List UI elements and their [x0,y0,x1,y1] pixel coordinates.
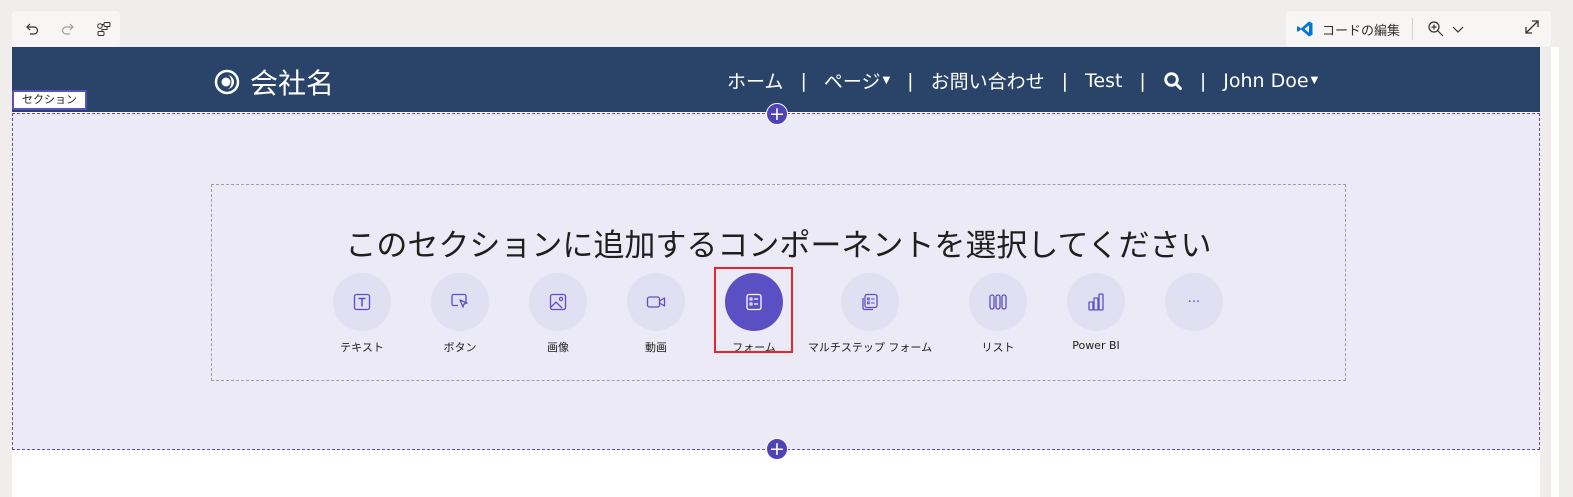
plus-icon: + [769,437,785,460]
component-circle [627,273,685,331]
image-icon [549,293,567,311]
component-circle: ··· [1165,273,1223,331]
zoom-dropdown[interactable] [1413,20,1465,38]
editor-toolbar-left [12,11,120,47]
component-multistep-form[interactable]: マルチステップ フォーム [802,273,938,355]
code-edit-label: コードの編集 [1322,23,1401,39]
component-image[interactable]: 画像 [508,273,608,355]
component-list[interactable]: リスト [948,273,1048,355]
nav-separator: | [1139,69,1146,92]
nav-separator: | [1199,69,1207,92]
video-icon [646,296,666,308]
caret-down-icon: ▼ [882,75,891,86]
undo-button[interactable] [20,17,44,41]
component-label: 動画 [645,341,667,354]
text-icon [353,293,371,311]
brand-name: 会社名 [250,67,335,100]
vscode-icon [1297,21,1313,37]
nav-item-label: John Doe [1223,69,1309,92]
powerbi-icon [1088,293,1104,311]
editor-toolbar-right: コードの編集 [1286,11,1551,47]
section-tag[interactable]: セクション [12,90,87,110]
component-button[interactable]: ボタン [410,273,510,355]
component-circle [529,273,587,331]
component-label: Power BI [1072,339,1120,352]
more-icon: ··· [1187,294,1201,310]
brand[interactable]: 会社名 [214,62,334,102]
sitemap-icon [97,22,111,36]
redo-button[interactable] [56,17,80,41]
main-nav: ホーム | ページ ▼ | お問い合わせ | Test | | John Doe ▼ [727,67,1318,94]
nav-item-test[interactable]: Test [1085,70,1122,92]
component-circle [1067,273,1125,331]
picker-title: このセクションに追加するコンポーネントを選択してください [345,228,1212,264]
nav-item-label: ホーム [727,71,784,93]
search-icon [1164,71,1182,90]
list-icon [989,294,1007,310]
component-circle [333,273,391,331]
caret-down-icon: ▼ [1310,75,1319,86]
undo-icon [26,23,39,35]
nav-separator: | [1061,69,1068,92]
component-circle [969,273,1027,331]
component-circle [431,273,489,331]
page-canvas: 会社名 ホーム | ページ ▼ | お問い合わせ | Test | | John … [12,47,1540,497]
brand-logo-icon [214,69,240,95]
component-power-bi[interactable]: Power BI [1046,273,1146,352]
nav-item-label: ページ [823,71,881,93]
nav-item-home[interactable]: ホーム [727,67,783,94]
component-circle [841,273,899,331]
redo-icon [61,23,74,35]
component-label: ボタン [443,341,477,354]
component-label: マルチステップ フォーム [807,341,933,354]
nav-search[interactable] [1163,71,1183,91]
component-picker: このセクションに追加するコンポーネントを選択してください テキスト ボタン 画像 [211,184,1346,381]
nav-item-user[interactable]: John Doe ▼ [1223,70,1318,92]
component-label: リスト [981,341,1015,354]
nav-item-contact[interactable]: お問い合わせ [931,67,1045,94]
component-label: 画像 [547,341,569,354]
zoom-icon [1428,21,1444,37]
sitemap-button[interactable] [92,17,116,41]
add-section-below-button[interactable]: + [766,438,788,460]
expand-button[interactable] [1523,18,1541,40]
nav-separator: | [907,69,914,92]
chevron-down-icon [1452,26,1464,33]
expand-icon [1525,20,1539,34]
scrollbar-thumb[interactable] [1551,47,1559,497]
section-container[interactable]: このセクションに追加するコンポーネントを選択してください テキスト ボタン 画像 [12,113,1540,450]
multistep-form-icon [862,293,878,311]
component-video[interactable]: 動画 [606,273,706,355]
nav-item-pages[interactable]: ページ ▼ [824,67,890,94]
nav-item-label: お問い合わせ [930,71,1045,93]
code-edit-button[interactable]: コードの編集 [1296,18,1414,40]
component-text[interactable]: テキスト [312,273,412,355]
component-label: テキスト [340,341,384,354]
component-more[interactable]: ··· [1144,273,1244,331]
add-section-above-button[interactable]: + [766,103,788,125]
plus-icon: + [769,102,785,125]
selection-highlight [714,267,793,353]
nav-item-label: Test [1085,69,1123,92]
nav-separator: | [800,69,807,92]
button-icon [451,293,468,308]
